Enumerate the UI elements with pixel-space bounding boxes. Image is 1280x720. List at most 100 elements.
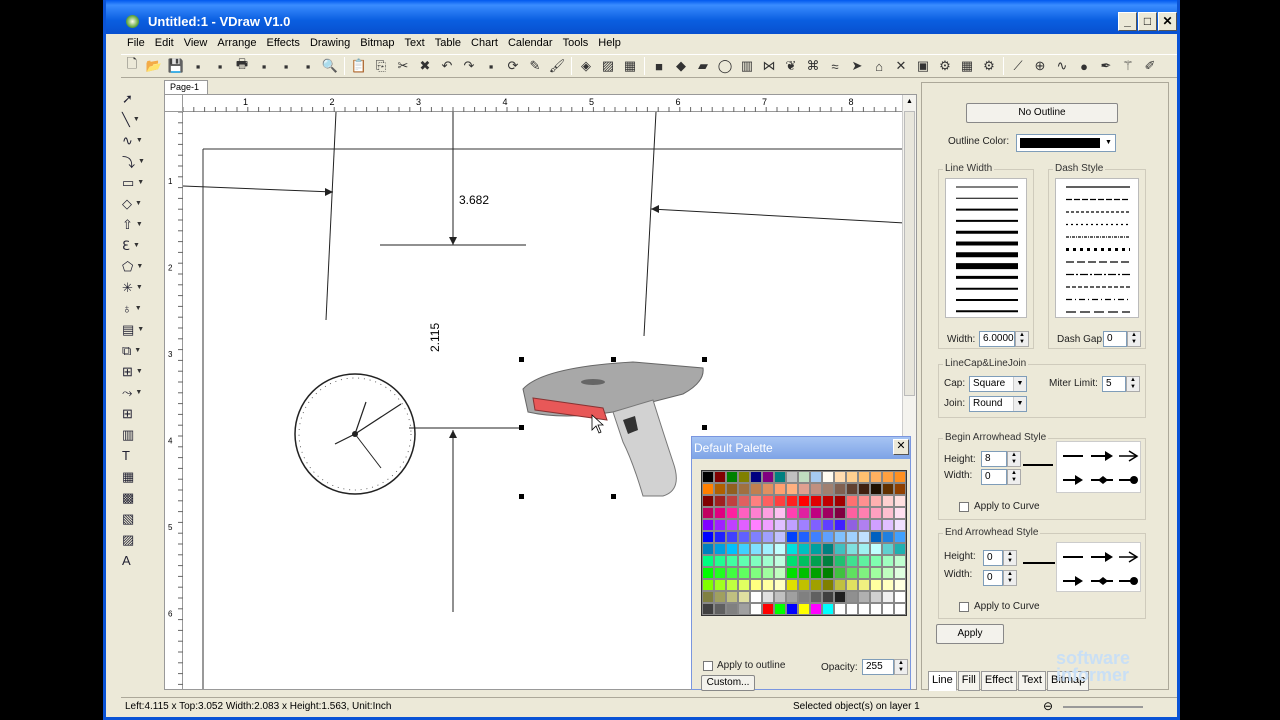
scroll-up-icon[interactable]: ▲ — [903, 95, 916, 109]
color-swatch[interactable] — [870, 519, 882, 531]
texture-icon[interactable]: ▦ — [122, 466, 152, 487]
color-swatch[interactable] — [750, 603, 762, 615]
cross-icon[interactable]: ✕ — [890, 56, 912, 76]
color-swatch[interactable] — [894, 507, 906, 519]
color-swatch[interactable] — [786, 531, 798, 543]
color-swatch[interactable] — [702, 495, 714, 507]
polygon-icon[interactable]: ⬠ ▼ — [122, 256, 152, 277]
palette-close-button[interactable]: ✕ — [893, 439, 909, 455]
color-swatch[interactable] — [810, 495, 822, 507]
menu-chart[interactable]: Chart — [466, 34, 503, 49]
color-swatch[interactable] — [870, 531, 882, 543]
color-swatch[interactable] — [894, 567, 906, 579]
color-swatch[interactable] — [714, 555, 726, 567]
color-swatch[interactable] — [774, 591, 786, 603]
color-swatch[interactable] — [762, 555, 774, 567]
zoom-out-icon[interactable]: ⊖ — [1043, 699, 1053, 713]
color-swatch[interactable] — [798, 495, 810, 507]
color-swatch[interactable] — [702, 543, 714, 555]
line-tool-icon[interactable]: ⟋ — [1007, 56, 1029, 76]
color-swatch[interactable] — [822, 567, 834, 579]
color-swatch[interactable] — [702, 603, 714, 615]
color-swatch[interactable] — [834, 483, 846, 495]
color-swatch[interactable] — [774, 579, 786, 591]
curve-icon[interactable]: ∿ ▼ — [122, 130, 152, 151]
color-swatch[interactable] — [774, 483, 786, 495]
line-width-list[interactable] — [945, 178, 1027, 318]
save-as-icon[interactable]: ▪ — [187, 56, 209, 76]
color-swatch[interactable] — [762, 507, 774, 519]
dash-gap-field[interactable]: 0 — [1103, 331, 1127, 347]
color-swatch[interactable] — [702, 531, 714, 543]
ruler-corner[interactable] — [165, 95, 183, 112]
color-swatch[interactable] — [834, 579, 846, 591]
color-swatch[interactable] — [798, 603, 810, 615]
color-swatch[interactable] — [786, 519, 798, 531]
line-icon[interactable]: ╲ ▼ — [122, 109, 152, 130]
scroll-thumb[interactable] — [904, 111, 915, 396]
color-swatch[interactable] — [834, 543, 846, 555]
maximize-button[interactable]: □ — [1138, 12, 1157, 31]
color-swatch[interactable] — [870, 579, 882, 591]
dash-style-list[interactable] — [1055, 178, 1139, 318]
color-swatch[interactable] — [774, 519, 786, 531]
dropdown-arrow-icon[interactable]: ▼ — [1013, 397, 1026, 411]
color-swatch[interactable] — [726, 495, 738, 507]
color-swatch[interactable] — [798, 519, 810, 531]
color-swatch[interactable] — [750, 507, 762, 519]
opacity-field[interactable]: 255 — [862, 659, 894, 675]
color-swatch[interactable] — [762, 531, 774, 543]
color-swatch[interactable] — [726, 555, 738, 567]
new-icon[interactable]: 🗋 — [121, 56, 143, 76]
color-swatch[interactable] — [810, 507, 822, 519]
color-swatch[interactable] — [762, 591, 774, 603]
color-swatch[interactable] — [786, 495, 798, 507]
color-swatch[interactable] — [834, 507, 846, 519]
color-swatch[interactable] — [870, 483, 882, 495]
color-swatch[interactable] — [822, 471, 834, 483]
color-swatch[interactable] — [882, 543, 894, 555]
color-swatch[interactable] — [702, 579, 714, 591]
up-arrow-icon[interactable]: ⇧ ▼ — [122, 214, 152, 235]
color-swatch[interactable] — [738, 567, 750, 579]
color-swatch[interactable] — [738, 519, 750, 531]
chart-icon[interactable]: ▥ — [122, 424, 152, 445]
color-swatch[interactable] — [846, 519, 858, 531]
color-swatch[interactable] — [702, 471, 714, 483]
color-swatch[interactable] — [894, 519, 906, 531]
color-swatch[interactable] — [846, 471, 858, 483]
color-swatch[interactable] — [870, 603, 882, 615]
end-arrow-style-picker[interactable] — [1056, 542, 1141, 592]
color-swatch[interactable] — [702, 483, 714, 495]
miter-limit-field[interactable]: 5 — [1102, 376, 1126, 392]
color-swatch[interactable] — [738, 471, 750, 483]
color-swatch[interactable] — [822, 483, 834, 495]
end-width-field[interactable]: 0 — [983, 570, 1003, 586]
rotate-icon[interactable]: ⟳ — [502, 56, 524, 76]
color-swatch[interactable] — [798, 579, 810, 591]
color-swatch[interactable] — [774, 471, 786, 483]
color-swatch[interactable] — [798, 567, 810, 579]
color-swatch[interactable] — [822, 543, 834, 555]
opacity-spinner[interactable]: ▲ ▼ — [894, 659, 908, 675]
color-swatch[interactable] — [738, 555, 750, 567]
grid-icon[interactable]: ▦ — [619, 56, 641, 76]
color-swatch[interactable] — [822, 519, 834, 531]
brush-icon[interactable]: 🖌 — [546, 56, 568, 76]
end-width-spinner[interactable]: ▲ ▼ — [1003, 570, 1017, 586]
color-swatch[interactable] — [750, 591, 762, 603]
color-swatch[interactable] — [894, 531, 906, 543]
color-swatch[interactable] — [750, 555, 762, 567]
paste-icon[interactable]: 📋 — [348, 56, 370, 76]
color-swatch[interactable] — [822, 579, 834, 591]
dropdown-arrow-icon[interactable]: ▼ — [1102, 135, 1115, 151]
align-icon[interactable]: ▪ — [480, 56, 502, 76]
color-swatch[interactable] — [822, 495, 834, 507]
print-icon[interactable]: 🖶 — [231, 56, 253, 76]
knot-icon[interactable]: ⌘ — [802, 56, 824, 76]
color-swatch[interactable] — [774, 603, 786, 615]
custom-color-button[interactable]: Custom... — [701, 675, 755, 691]
dash-gap-spinner[interactable]: ▲ ▼ — [1127, 331, 1141, 347]
color-swatch[interactable] — [786, 555, 798, 567]
color-swatch[interactable] — [738, 507, 750, 519]
